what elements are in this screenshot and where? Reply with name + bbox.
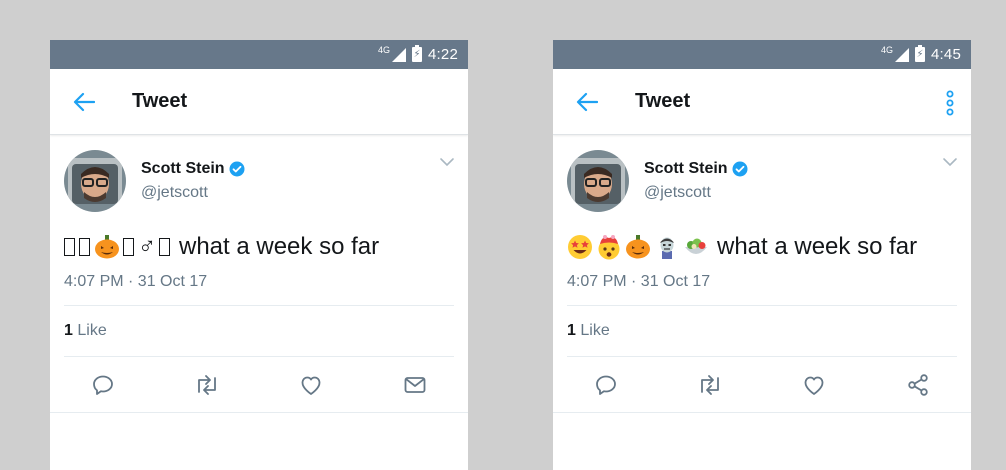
- page-title: Tweet: [635, 90, 691, 112]
- author-names: Scott Stein @jetscott: [644, 160, 748, 202]
- signal-icon: [392, 47, 406, 62]
- star-struck-emoji-icon: [568, 235, 592, 259]
- male-sign-glyph: ♂: [138, 233, 156, 260]
- message-button[interactable]: [402, 372, 428, 398]
- salad-emoji-icon: [685, 238, 707, 254]
- tweet-author[interactable]: Scott Stein @jetscott: [567, 149, 957, 213]
- avatar[interactable]: [64, 150, 126, 212]
- missing-glyph-icon: [64, 238, 75, 256]
- back-button[interactable]: [66, 84, 102, 120]
- chevron-down-icon[interactable]: [941, 155, 959, 169]
- user-handle[interactable]: @jetscott: [141, 184, 245, 202]
- retweet-icon: [198, 374, 216, 395]
- back-arrow-icon: [73, 92, 95, 111]
- display-name-row: Scott Stein: [141, 160, 245, 178]
- more-options-icon[interactable]: [943, 89, 957, 117]
- app-bar: Tweet: [553, 69, 971, 135]
- likes-count[interactable]: 1 Like: [64, 306, 454, 357]
- signal-icon: [895, 47, 909, 62]
- share-button[interactable]: [905, 372, 931, 398]
- like-count-number: 1: [567, 322, 576, 339]
- tweet-text: ♂ what a week so far: [64, 233, 454, 261]
- display-name[interactable]: Scott Stein: [141, 160, 225, 178]
- battery-charging-icon: ⚡: [915, 45, 925, 62]
- message-icon: [404, 376, 426, 393]
- tweet-detail: Scott Stein @jetscott ♂ what a week so f…: [50, 135, 468, 413]
- app-bar: Tweet: [50, 69, 468, 135]
- network-type: 4G: [377, 44, 390, 55]
- tweet-actions: [553, 357, 971, 413]
- status-time: 4:45: [931, 46, 961, 63]
- verified-icon: [732, 161, 748, 177]
- exploding-head-emoji-icon: [598, 235, 620, 260]
- chevron-down-icon[interactable]: [438, 155, 456, 169]
- display-name[interactable]: Scott Stein: [644, 160, 728, 178]
- avatar[interactable]: [567, 150, 629, 212]
- tweet-author[interactable]: Scott Stein @jetscott: [64, 149, 454, 213]
- tweet-timestamp: 4:07 PM · 31 Oct 17: [64, 273, 454, 306]
- user-handle[interactable]: @jetscott: [644, 184, 748, 202]
- like-count-number: 1: [64, 322, 73, 339]
- like-label: Like: [77, 322, 107, 339]
- verified-icon: [229, 161, 245, 177]
- like-button[interactable]: [298, 372, 324, 398]
- display-name-row: Scott Stein: [644, 160, 748, 178]
- zombie-emoji-icon: [660, 237, 674, 259]
- jack-o-lantern-icon: [95, 235, 119, 259]
- tweet-text-body: what a week so far: [717, 233, 918, 260]
- tweet-detail: Scott Stein @jetscott what a week so far…: [553, 135, 971, 413]
- jack-o-lantern-icon: [626, 235, 650, 259]
- reply-icon: [93, 375, 113, 395]
- like-label: Like: [580, 322, 610, 339]
- missing-glyph-icon: [159, 238, 170, 256]
- retweet-button[interactable]: [697, 372, 723, 398]
- battery-charging-icon: ⚡: [412, 45, 422, 62]
- status-bar: 4G ⚡ 4:45: [553, 40, 971, 69]
- network-type: 4G: [880, 44, 893, 55]
- author-names: Scott Stein @jetscott: [141, 160, 245, 202]
- reply-icon: [596, 375, 616, 395]
- tweet-text-body: what a week so far: [179, 233, 380, 260]
- share-icon: [908, 373, 928, 396]
- retweet-icon: [701, 374, 719, 395]
- status-time: 4:22: [428, 46, 458, 63]
- status-bar: 4G ⚡ 4:22: [50, 40, 468, 69]
- like-icon: [301, 376, 321, 395]
- likes-count[interactable]: 1 Like: [567, 306, 957, 357]
- back-arrow-icon: [576, 92, 598, 111]
- comparison-stage: 4G ⚡ 4:22 Tweet Scott Stein @jetscott ♂ …: [0, 0, 1006, 470]
- tweet-emoji: [567, 234, 709, 260]
- missing-glyph-icon: [123, 238, 134, 256]
- page-title: Tweet: [132, 90, 188, 112]
- like-icon: [804, 376, 824, 395]
- tweet-actions: [50, 357, 468, 413]
- retweet-button[interactable]: [194, 372, 220, 398]
- like-button[interactable]: [801, 372, 827, 398]
- tweet-timestamp: 4:07 PM · 31 Oct 17: [567, 273, 957, 306]
- tweet-text: what a week so far: [567, 233, 957, 261]
- phone-screen-left: 4G ⚡ 4:22 Tweet Scott Stein @jetscott ♂ …: [50, 40, 468, 470]
- reply-button[interactable]: [593, 372, 619, 398]
- tweet-emoji: ♂: [64, 233, 171, 261]
- back-button[interactable]: [569, 84, 605, 120]
- missing-glyph-icon: [79, 238, 90, 256]
- phone-screen-right: 4G ⚡ 4:45 Tweet Scott Stein @jetscott wh…: [553, 40, 971, 470]
- reply-button[interactable]: [90, 372, 116, 398]
